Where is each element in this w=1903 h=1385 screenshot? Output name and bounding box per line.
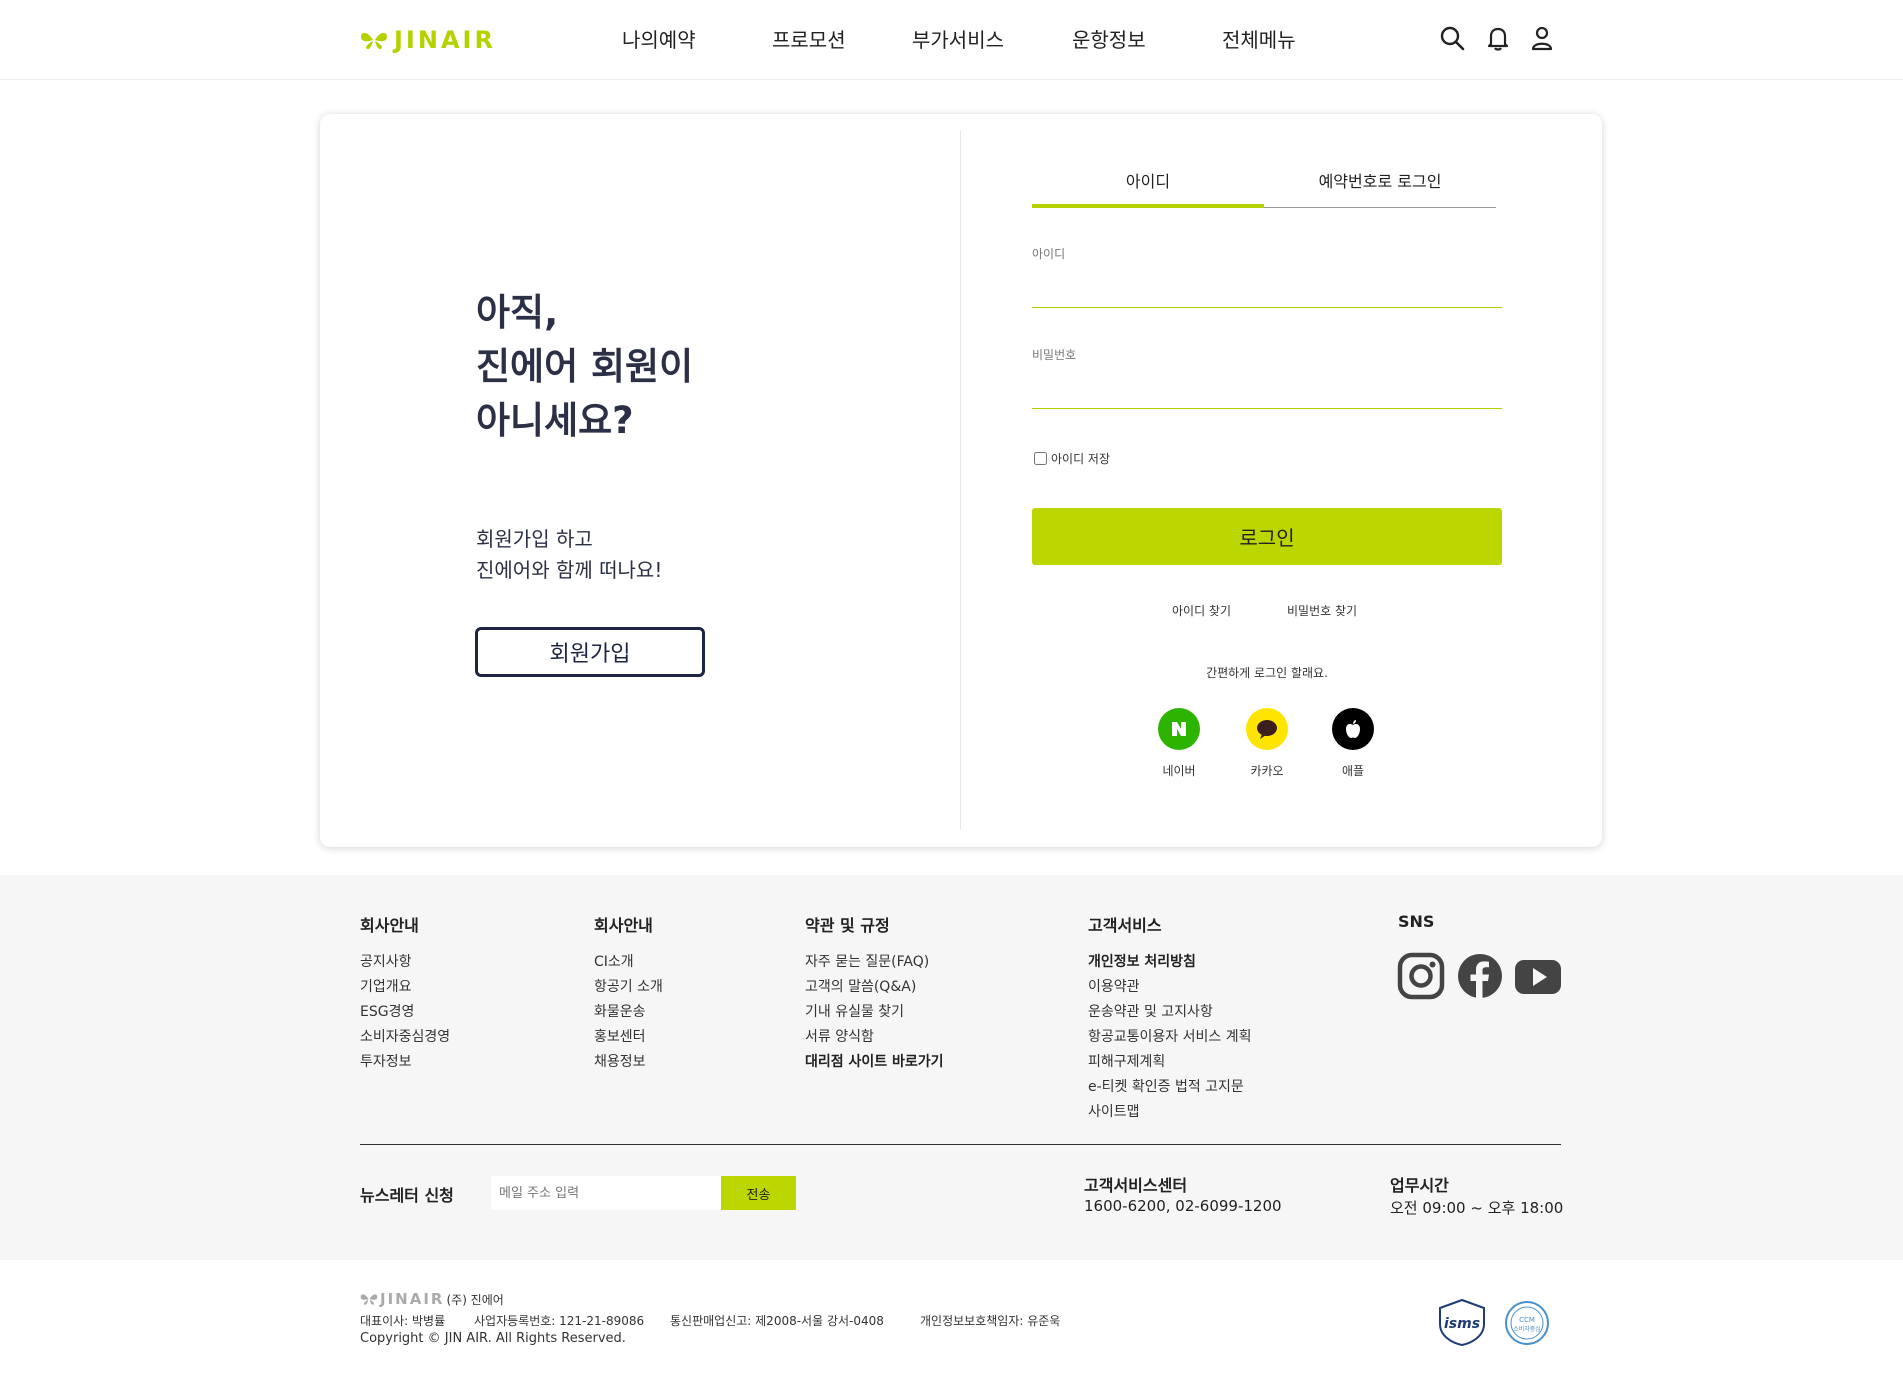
naver-label: 네이버 [1162,764,1196,778]
business-hours-title: 업무시간 [1390,1176,1449,1195]
naver-icon[interactable] [1158,708,1200,750]
privacy-officer: 개인정보보호책임자: 유준욱 [920,1314,1061,1328]
promo-subtitle: 회원가입 하고 진에어와 함께 떠나요! [476,527,663,582]
ccm-badge-subtext: 소비자중심 [1513,1325,1541,1333]
footer-link-ci[interactable]: CI소개 [594,953,634,971]
password-field-label: 비밀번호 [1032,348,1077,362]
corp-name: JINAIR (주) 진에어 [360,1290,504,1308]
apple-login[interactable]: 애플 [1323,708,1383,779]
telecom-registration: 통신판매업신고: 제2008-서울 강서-0408 [670,1314,884,1328]
site-footer [0,875,1903,1260]
remember-id-label: 아이디 저장 [1051,452,1111,466]
butterfly-logo-icon [361,32,387,50]
search-icon[interactable] [1438,24,1466,52]
remember-id[interactable]: 아이디 저장 [1034,450,1110,467]
bell-icon[interactable] [1484,24,1512,52]
footer-link-investor[interactable]: 투자정보 [360,1053,412,1071]
mini-logo-text: JINAIR [380,1290,445,1308]
id-field-label: 아이디 [1032,247,1066,261]
business-number: 사업자등록번호: 121-21-89086 [474,1314,645,1328]
newsletter-email-input[interactable] [491,1176,721,1210]
footer-link-passenger-service-plan[interactable]: 항공교통이용자 서비스 계획 [1088,1028,1251,1046]
footer-link-cargo[interactable]: 화물운송 [594,1003,646,1021]
footer-link-forms[interactable]: 서류 양식함 [805,1028,874,1046]
site-header: JINAIR 나의예약 프로모션 부가서비스 운항정보 전체메뉴 [0,0,1903,80]
find-id-link[interactable]: 아이디 찾기 [1172,602,1231,619]
footer-link-faq[interactable]: 자주 묻는 질문(FAQ) [805,953,929,971]
facebook-icon[interactable] [1456,952,1504,1000]
nav-flight-info[interactable]: 운항정보 [1072,24,1146,53]
footer-link-sitemap[interactable]: 사이트맵 [1088,1103,1140,1121]
tab-id-login[interactable]: 아이디 [1032,168,1264,208]
apple-label: 애플 [1341,764,1365,778]
jinair-logo[interactable]: JINAIR [360,26,496,54]
isms-badge-text: isms [1444,1316,1480,1332]
tab-booking-number-login[interactable]: 예약번호로 로그인 [1264,168,1496,208]
footer-link-terms[interactable]: 이용약관 [1088,978,1140,996]
corp-label: (주) 진에어 [446,1292,504,1307]
nav-extra-services[interactable]: 부가서비스 [912,24,1004,53]
footer-link-agency-site[interactable]: 대리점 사이트 바로가기 [805,1053,944,1071]
footer-link-careers[interactable]: 채용정보 [594,1053,646,1071]
find-password-link[interactable]: 비밀번호 찾기 [1287,602,1357,619]
footer-col-title: 회사안내 [360,916,419,935]
footer-col-title: 회사안내 [594,916,653,935]
footer-link-company-overview[interactable]: 기업개요 [360,978,412,996]
user-icon[interactable] [1528,24,1556,52]
footer-link-esg[interactable]: ESG경영 [360,1003,414,1021]
footer-link-lost-found[interactable]: 기내 유실물 찾기 [805,1003,904,1021]
id-field[interactable] [1032,278,1502,308]
instagram-icon[interactable] [1397,952,1445,1000]
footer-link-pr-center[interactable]: 홍보센터 [594,1028,646,1046]
kakao-label: 카카오 [1250,764,1284,778]
footer-link-relief-plan[interactable]: 피해구제계획 [1088,1053,1165,1071]
login-card [320,114,1602,847]
footer-link-eticket-notice[interactable]: e-티켓 확인증 법적 고지문 [1088,1078,1244,1096]
footer-divider [360,1144,1561,1145]
apple-icon[interactable] [1332,708,1374,750]
newsletter-title: 뉴스레터 신청 [360,1186,454,1205]
isms-badge: isms [1439,1298,1485,1346]
footer-col-title: 고객서비스 [1088,916,1162,935]
logo-text: JINAIR [394,26,496,54]
kakao-login[interactable]: 카카오 [1237,708,1297,779]
footer-link-carriage-terms[interactable]: 운송약관 및 고지사항 [1088,1003,1213,1021]
consumer-centered-badge: CCM 소비자중심 [1505,1301,1549,1345]
naver-login[interactable]: 네이버 [1149,708,1209,779]
footer-col-title: 약관 및 규정 [805,916,890,935]
kakao-icon[interactable] [1246,708,1288,750]
cs-center-title: 고객서비스센터 [1084,1176,1188,1195]
ccm-badge-text: CCM [1519,1316,1535,1324]
footer-link-qna[interactable]: 고객의 말씀(Q&A) [805,978,916,996]
footer-link-privacy-policy[interactable]: 개인정보 처리방침 [1088,953,1196,971]
login-tabs: 아이디 예약번호로 로그인 [1032,168,1496,208]
sns-title: SNS [1398,912,1435,931]
cs-center-phone: 1600-6200, 02-6099-1200 [1084,1197,1282,1215]
login-button[interactable]: 로그인 [1032,508,1502,565]
nav-promotion[interactable]: 프로모션 [772,24,846,53]
nav-my-booking[interactable]: 나의예약 [622,24,696,53]
password-field[interactable] [1032,379,1502,409]
copyright: Copyright © JIN AIR. All Rights Reserved… [360,1331,626,1346]
remember-id-checkbox[interactable] [1034,452,1047,465]
ceo-info: 대표이사: 박병률 [360,1314,446,1328]
nav-all-menu[interactable]: 전체메뉴 [1222,24,1296,53]
easy-login-text: 간편하게 로그인 할래요. [1206,666,1328,680]
footer-link-aircraft[interactable]: 항공기 소개 [594,978,663,996]
footer-link-consumer-centered[interactable]: 소비자중심경영 [360,1028,450,1046]
youtube-icon[interactable] [1514,958,1562,998]
card-divider [960,130,961,830]
join-button[interactable]: 회원가입 [475,627,705,677]
promo-title: 아직, 진에어 회원이 아니세요? [476,291,694,442]
footer-link-notice[interactable]: 공지사항 [360,953,412,971]
newsletter-submit-button[interactable]: 전송 [721,1176,796,1210]
business-hours-value: 오전 09:00 ~ 오후 18:00 [1390,1199,1564,1217]
butterfly-logo-icon [360,1294,378,1305]
